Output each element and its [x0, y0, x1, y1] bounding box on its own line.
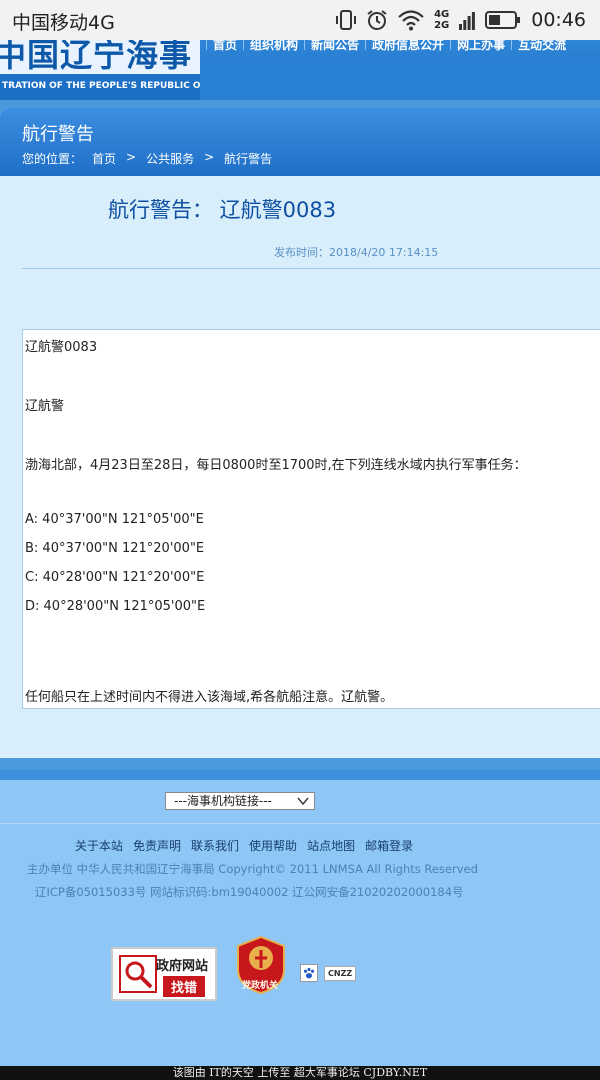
- content-point-b: B: 40°37'00"N 121°20'00"E: [25, 541, 205, 556]
- nav-item-info-disclosure[interactable]: 政府信息公开: [365, 40, 450, 52]
- signal-icon: [459, 12, 476, 30]
- footer-link-mail-login[interactable]: 邮箱登录: [365, 837, 413, 854]
- footer-link-help[interactable]: 使用帮助: [249, 837, 297, 854]
- alarm-icon: [367, 10, 387, 30]
- main-nav: 首页 组织机构 新闻公告 政府信息公开 网上办事 互动交流: [206, 40, 572, 52]
- breadcrumb: 您的位置： 首页 > 公共服务 > 航行警告: [22, 150, 272, 167]
- stats-badges: CNZZ: [300, 964, 374, 982]
- nav-item-interaction[interactable]: 互动交流: [511, 40, 572, 52]
- maritime-links-select[interactable]: ---海事机构链接---: [165, 792, 315, 810]
- panel-header: 航行警告 您的位置： 首页 > 公共服务 > 航行警告: [0, 108, 600, 176]
- footer-link-about[interactable]: 关于本站: [75, 837, 123, 854]
- breadcrumb-label: 您的位置：: [22, 152, 83, 166]
- network-type: 4G 2G: [434, 9, 450, 31]
- status-bar: 中国移动4G 4G 2G 00:46: [0, 0, 600, 40]
- content-point-d: D: 40°28'00"N 121°05'00"E: [25, 599, 206, 614]
- site-footer: ---海事机构链接--- 关于本站 免责声明 联系我们 使用帮助 站点地图 邮箱…: [0, 770, 600, 1080]
- content-point-c: C: 40°28'00"N 121°20'00"E: [25, 570, 205, 585]
- main-panel: 航行警告 您的位置： 首页 > 公共服务 > 航行警告 航行警告： 辽航警008…: [0, 108, 600, 758]
- breadcrumb-current[interactable]: 航行警告: [224, 150, 272, 167]
- breadcrumb-home[interactable]: 首页: [92, 150, 116, 167]
- footer-copyright: 主办单位 中华人民共和国辽宁海事局 Copyright© 2011 LNMSA …: [27, 862, 478, 876]
- publish-time: 发布时间：2018/4/20 17:14:15: [274, 246, 439, 259]
- breadcrumb-public-services[interactable]: 公共服务: [146, 150, 194, 167]
- content-line-code: 辽航警0083: [25, 340, 98, 355]
- cnzz-badge[interactable]: CNZZ: [324, 965, 357, 981]
- breadcrumb-separator: >: [204, 150, 215, 164]
- select-value: ---海事机构链接---: [174, 794, 272, 808]
- nav-item-organization[interactable]: 组织机构: [243, 40, 304, 52]
- footer-registration: 辽ICP备05015033号 网站标识码:bm19040002 辽公网安备210…: [35, 885, 464, 899]
- content-line-notice: 渤海北部，4月23日至28日，每日0800时至1700时,在下列连线水域内执行军…: [25, 458, 527, 473]
- badge-gov-title: 政府网站: [156, 959, 209, 974]
- battery-icon: [485, 11, 521, 29]
- image-watermark: 该图由 IT的天空 上传至 超大军事论坛 CJDBY.NET: [0, 1066, 600, 1080]
- nav-item-home[interactable]: 首页: [206, 40, 243, 52]
- header-band: [200, 60, 600, 100]
- baidu-paw-icon[interactable]: [300, 964, 318, 982]
- nav-item-news[interactable]: 新闻公告: [304, 40, 365, 52]
- footer-divider: [0, 823, 600, 824]
- breadcrumb-separator: >: [126, 150, 137, 164]
- article-title: 航行警告： 辽航警0083: [0, 194, 600, 224]
- logo-english-band: TRATION OF THE PEOPLE'S REPUBLIC OF CHIN…: [0, 74, 242, 100]
- gov-site-error-report-badge[interactable]: 政府网站 找错: [111, 947, 217, 1001]
- footer-link-disclaimer[interactable]: 免责声明: [133, 837, 181, 854]
- article-content: 辽航警0083 辽航警 渤海北部，4月23日至28日，每日0800时至1700时…: [22, 329, 600, 709]
- footer-top-band: [0, 770, 600, 780]
- magnifier-icon: [119, 955, 157, 993]
- carrier-label: 中国移动4G: [12, 12, 115, 34]
- logo-chinese-text: 中国辽宁海事局: [0, 40, 193, 74]
- footer-link-sitemap[interactable]: 站点地图: [307, 837, 355, 854]
- content-point-a: A: 40°37'00"N 121°05'00"E: [25, 512, 204, 527]
- wifi-icon: [398, 10, 424, 31]
- content-line-issuer: 辽航警: [25, 399, 65, 414]
- clock: 00:46: [531, 9, 586, 31]
- site-header: 中国辽宁海事局 TRATION OF THE PEOPLE'S REPUBLIC…: [0, 40, 600, 100]
- divider: [22, 268, 600, 269]
- panel-title: 航行警告: [22, 124, 94, 145]
- party-badge-label: 党政机关: [242, 981, 279, 991]
- footer-links: 关于本站 免责声明 联系我们 使用帮助 站点地图 邮箱登录: [75, 837, 413, 854]
- main-panel-wrapper: 航行警告 您的位置： 首页 > 公共服务 > 航行警告 航行警告： 辽航警008…: [0, 100, 600, 770]
- vibrate-icon: [336, 10, 357, 30]
- site-logo[interactable]: 中国辽宁海事局: [0, 40, 200, 74]
- badge-gov-action: 找错: [163, 976, 206, 997]
- footer-link-contact[interactable]: 联系我们: [191, 837, 239, 854]
- article-title-text: 航行警告： 辽航警0083: [108, 198, 337, 222]
- nav-item-online-services[interactable]: 网上办事: [450, 40, 511, 52]
- content-line-warning: 任何船只在上述时间内不得进入该海域,希各航船注意。辽航警。: [25, 690, 394, 705]
- chevron-down-icon: [297, 797, 309, 806]
